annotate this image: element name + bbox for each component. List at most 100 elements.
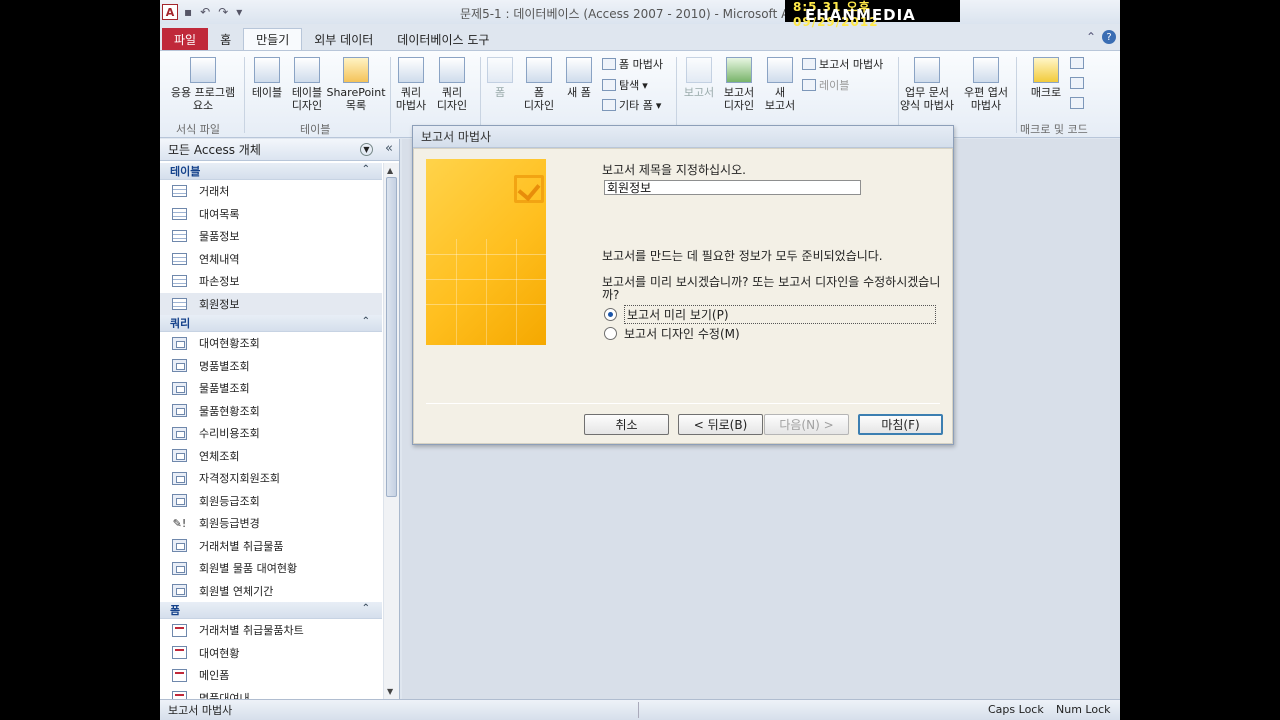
radio-selected[interactable] (604, 308, 617, 321)
labels-button[interactable]: 레이블 (802, 77, 849, 93)
list-item[interactable]: 명품별조회 (160, 355, 382, 378)
tab-external-data[interactable]: 외부 데이터 (302, 28, 385, 50)
modify-design-option[interactable]: 보고서 디자인 수정(M) (604, 325, 740, 342)
list-item[interactable]: 회원별 연체기간 (160, 580, 382, 603)
tab-create[interactable]: 만들기 (243, 28, 303, 50)
blank-report-label: 새 보고서 (764, 86, 796, 112)
watermark-logo: EHANMEDIA (805, 6, 916, 24)
item-label: 회원별 연체기간 (199, 584, 274, 598)
list-item[interactable]: 회원별 물품 대여현황 (160, 557, 382, 580)
list-item[interactable]: 수리비용조회 (160, 422, 382, 445)
quick-access-toolbar: A ▪ ↶ ↷ ▾ (160, 4, 244, 20)
list-item[interactable]: 물품현황조회 (160, 400, 382, 423)
preview-report-option[interactable]: 보고서 미리 보기(P) (604, 305, 936, 324)
list-item[interactable]: 물품별조회 (160, 377, 382, 400)
item-label: 파손정보 (199, 275, 240, 289)
scroll-up-arrow-icon[interactable]: ▲ (387, 166, 393, 175)
application-parts-icon (190, 57, 216, 83)
list-item[interactable]: ✎! 회원등급변경 (160, 512, 382, 535)
list-item[interactable]: 물품정보 (160, 225, 382, 248)
form-wizard-label: 폼 마법사 (619, 58, 663, 71)
list-item[interactable]: 자격정지회원조회 (160, 467, 382, 490)
item-label: 거래처 (199, 185, 230, 199)
list-item[interactable]: 연체내역 (160, 248, 382, 271)
list-item[interactable]: 대여현황조회 (160, 332, 382, 355)
minimize-ribbon-icon[interactable]: ⌃ (1086, 30, 1096, 44)
nav-pane-header[interactable]: 모든 Access 개체 ▼ « (160, 139, 399, 161)
table-button[interactable]: 테이블 (248, 57, 286, 99)
nav-section-queries[interactable]: 쿼리 ⌃ (160, 315, 382, 332)
scroll-down-arrow-icon[interactable]: ▼ (387, 687, 393, 696)
report-label: 보고서 (683, 86, 715, 99)
dialog-title-bar[interactable]: 보고서 마법사 (413, 126, 953, 148)
help-icon[interactable]: ? (1102, 30, 1116, 44)
cancel-button[interactable]: 취소 (584, 414, 669, 435)
query-wizard-button[interactable]: 쿼리 마법사 (392, 57, 430, 112)
sharepoint-list-button[interactable]: SharePoint 목록 (326, 57, 386, 112)
ribbon-separator (1016, 57, 1017, 133)
list-item[interactable]: 거래처별 취급물품 (160, 535, 382, 558)
collapse-pane-icon[interactable]: « (385, 141, 393, 156)
nav-section-tables[interactable]: 테이블 ⌃ (160, 163, 382, 180)
list-item[interactable]: 명품대여내 (160, 687, 382, 699)
business-doc-wizard-button[interactable]: 업무 문서 양식 마법사 (896, 57, 958, 112)
nav-section-forms[interactable]: 폼 ⌃ (160, 602, 382, 619)
report-wizard-button[interactable]: 보고서 마법사 (802, 56, 883, 72)
query-icon (172, 426, 187, 440)
report-title-input[interactable] (604, 180, 861, 195)
form-button[interactable]: 폼 (482, 57, 518, 99)
report-button[interactable]: 보고서 (678, 57, 720, 99)
table-icon (172, 185, 187, 198)
query-design-button[interactable]: 쿼리 디자인 (432, 57, 472, 112)
blank-form-button[interactable]: 새 폼 (560, 57, 598, 99)
dialog-divider (426, 403, 940, 404)
undo-icon[interactable]: ↶ (198, 5, 212, 19)
table-design-button[interactable]: 테이블 디자인 (288, 57, 326, 112)
report-title-prompt: 보고서 제목을 지정하십시오. (602, 163, 746, 177)
crosstab-query-icon (172, 584, 187, 598)
module-icon (1070, 57, 1084, 69)
class-module-button[interactable] (1070, 77, 1084, 89)
mail-merge-wizard-button[interactable]: 우편 엽서 마법사 (958, 57, 1014, 112)
list-item[interactable]: 대여목록 (160, 203, 382, 226)
blank-report-button[interactable]: 새 보고서 (760, 57, 800, 112)
save-icon[interactable]: ▪ (182, 5, 194, 19)
back-button[interactable]: < 뒤로(B) (678, 414, 763, 435)
chevron-down-icon[interactable]: ▼ (360, 143, 373, 156)
report-design-button[interactable]: 보고서 디자인 (718, 57, 760, 112)
list-item[interactable]: 메인폼 (160, 664, 382, 687)
dialog-body: 보고서 제목을 지정하십시오. 보고서를 만드는 데 필요한 정보가 모두 준비… (413, 148, 953, 444)
update-query-icon: ✎! (172, 516, 187, 530)
list-item[interactable]: 대여현황 (160, 642, 382, 665)
visual-basic-button[interactable] (1070, 97, 1084, 109)
customize-qat-icon[interactable]: ▾ (234, 5, 244, 19)
form-design-button[interactable]: 폼 디자인 (520, 57, 558, 112)
list-item[interactable]: 파손정보 (160, 270, 382, 293)
form-wizard-button[interactable]: 폼 마법사 (602, 56, 663, 72)
navigation-button[interactable]: 탐색 ▾ (602, 77, 648, 93)
report-design-icon (726, 57, 752, 83)
item-label: 거래처별 취급물품차트 (199, 624, 304, 638)
list-item[interactable]: 회원등급조회 (160, 490, 382, 513)
more-forms-button[interactable]: 기타 폼 ▾ (602, 97, 661, 113)
tab-home[interactable]: 홈 (208, 28, 243, 50)
tab-database-tools[interactable]: 데이터베이스 도구 (385, 28, 501, 50)
access-app-icon[interactable]: A (162, 4, 178, 20)
illustration-line (486, 239, 487, 345)
application-parts-button[interactable]: 응용 프로그램 요소 (164, 57, 242, 112)
module-button[interactable] (1070, 57, 1084, 69)
list-item[interactable]: 거래처 (160, 180, 382, 203)
next-button[interactable]: 다음(N) > (764, 414, 849, 435)
nav-scrollbar[interactable]: ▲ ▼ (383, 163, 399, 699)
finish-button[interactable]: 마침(F) (858, 414, 943, 435)
list-item[interactable]: 연체조회 (160, 445, 382, 468)
nav-pane-title: 모든 Access 개체 (168, 143, 261, 157)
list-item-selected[interactable]: 회원정보 (160, 292, 382, 315)
macro-button[interactable]: 매크로 (1026, 57, 1066, 99)
list-item[interactable]: 거래처별 취급물품차트 (160, 619, 382, 642)
radio-unselected[interactable] (604, 327, 617, 340)
window-title: 문제5-1 : 데이터베이스 (Access 2007 - 2010) - Mi… (460, 7, 823, 21)
tab-file[interactable]: 파일 (162, 28, 209, 50)
redo-icon[interactable]: ↷ (216, 5, 230, 19)
scroll-thumb[interactable] (386, 177, 397, 497)
